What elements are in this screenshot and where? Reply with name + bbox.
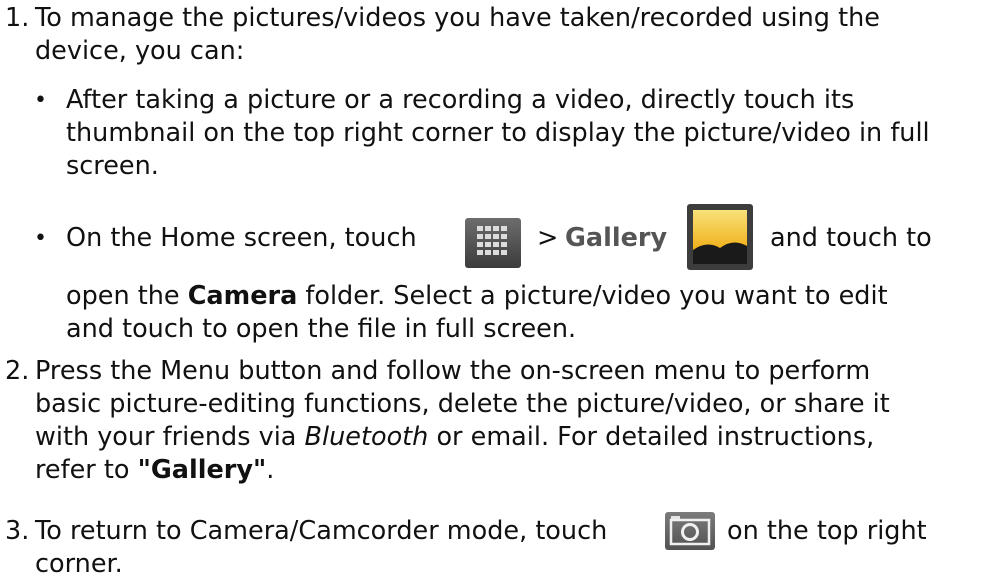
- document-page: 1. To manage the pictures/videos you hav…: [0, 0, 999, 583]
- text-line: and touch to open the file in full scree…: [66, 314, 577, 344]
- list-number: 1.: [5, 3, 30, 33]
- text-line: basic picture-editing functions, delete …: [35, 389, 890, 419]
- text-segment: and touch to: [770, 223, 932, 253]
- list-number: 2.: [5, 356, 30, 386]
- list-item-text: Press the Menu button and follow the on-…: [35, 355, 995, 487]
- text-line: device, you can:: [35, 36, 245, 66]
- text-segment: folder. Select a picture/video you want …: [305, 281, 888, 311]
- gallery-icon: [687, 204, 753, 270]
- camera-icon: [665, 512, 715, 550]
- text-line: After taking a picture or a recording a …: [66, 85, 855, 115]
- text-line: screen.: [66, 151, 159, 181]
- text-line: with your friends via Bluetooth or email…: [35, 421, 995, 454]
- text-segment: open the: [66, 281, 180, 311]
- bullet-text: After taking a picture or a recording a …: [66, 84, 996, 183]
- text-line: thumbnail on the top right corner to dis…: [66, 118, 930, 148]
- bullet-symbol: •: [34, 226, 47, 251]
- bullet-symbol: •: [34, 88, 47, 113]
- camera-folder-label: Camera: [187, 281, 298, 311]
- text-segment: On the Home screen, touch: [66, 223, 417, 253]
- text-segment: .: [266, 455, 275, 485]
- text-segment: To return to Camera/Camcorder mode, touc…: [35, 516, 608, 546]
- text-line: corner.: [35, 549, 123, 579]
- list-number: 3.: [5, 516, 30, 546]
- text-line: open the Camera folder. Select a picture…: [66, 280, 996, 313]
- text-segment: refer to: [35, 455, 130, 485]
- list-item-text: To manage the pictures/videos you have t…: [35, 2, 985, 68]
- text-line: refer to "Gallery".: [35, 454, 995, 487]
- apps-grid-icon: [465, 218, 521, 268]
- text-line: Press the Menu button and follow the on-…: [35, 356, 871, 386]
- gallery-reference: "Gallery": [137, 455, 267, 485]
- list-item-text: To return to Camera/Camcorder mode, touc…: [35, 512, 985, 581]
- bluetooth-term: Bluetooth: [304, 422, 429, 452]
- text-segment: with your friends via: [35, 422, 297, 452]
- text-segment: or email. For detailed instructions,: [436, 422, 875, 452]
- gallery-label: Gallery: [565, 223, 668, 253]
- text-separator: >: [537, 223, 559, 253]
- bullet-text: open the Camera folder. Select a picture…: [66, 280, 996, 346]
- text-segment: on the top right: [727, 516, 927, 546]
- text-line: To manage the pictures/videos you have t…: [35, 3, 880, 33]
